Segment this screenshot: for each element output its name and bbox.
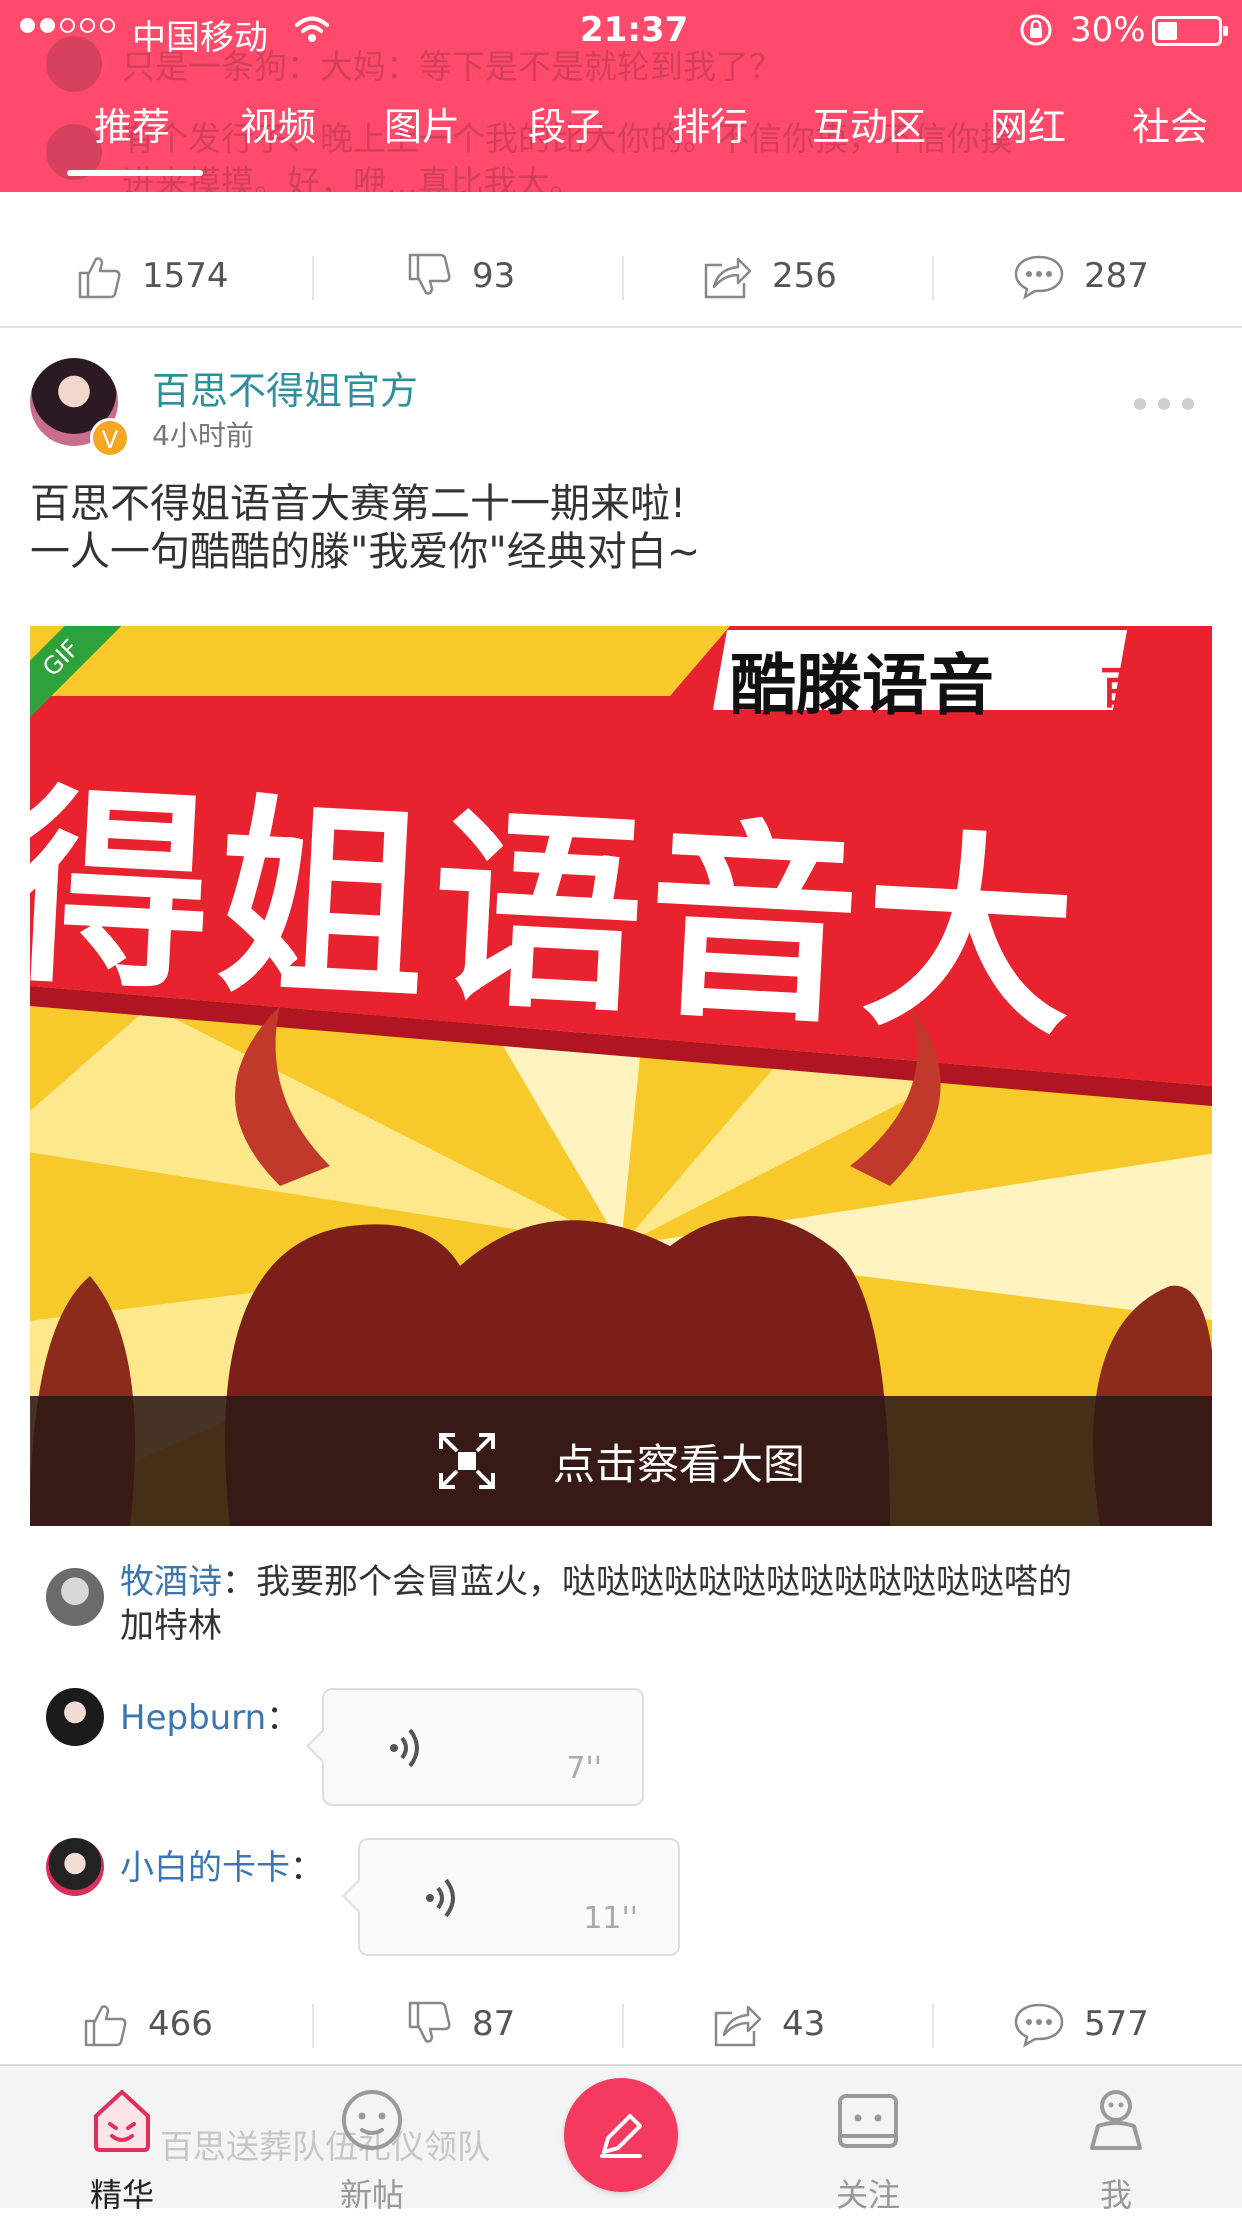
share-button[interactable]: 43	[710, 1976, 825, 2072]
share-count: 43	[782, 2004, 826, 2044]
comment-text-continued: 加特林	[120, 1606, 222, 1646]
thumbs-up-icon	[84, 2005, 127, 2047]
share-icon	[704, 257, 752, 299]
post-actions: 466 87 43 577	[0, 1976, 1242, 2072]
share-icon	[714, 2005, 762, 2047]
view-large-image-label: 点击察看大图	[552, 1439, 805, 1489]
post-image[interactable]: 酷滕语音 百思 得姐语音大 GIF 点击察看大图	[30, 626, 1212, 1526]
verified-badge-icon: V	[90, 418, 130, 458]
dislike-count: 93	[472, 256, 516, 296]
voice-message-button[interactable]: 11''	[358, 1838, 680, 1956]
nav-featured-label: 精华	[89, 2176, 154, 2214]
status-bar: 中国移动 21:37 30%	[0, 0, 1242, 60]
comment-separator: ：	[222, 1562, 256, 1602]
tab-society[interactable]: 社会	[1132, 96, 1208, 151]
comment-count: 287	[1084, 256, 1149, 296]
nav-new-posts-label: 新帖	[339, 2176, 404, 2214]
more-options-button[interactable]	[1134, 398, 1194, 410]
post-time: 4小时前	[152, 419, 254, 452]
clock: 21:37	[580, 10, 689, 50]
active-tab-indicator	[67, 170, 203, 176]
category-tabs: 推荐 视频 图片 段子 排行 互动区 网红 社会	[0, 96, 1242, 156]
tab-recommend[interactable]: 推荐	[94, 96, 170, 151]
voice-wave-icon	[426, 1878, 455, 1918]
top-header: 只是一条狗：大妈：等下是不是就轮到我了？ 有个发行子、晚上上一个我的比大你的。不…	[0, 0, 1242, 192]
voice-duration: 11''	[583, 1901, 638, 1936]
tab-influencers[interactable]: 网红	[990, 96, 1066, 151]
comment-text: 我要那个会冒蓝火，哒哒哒哒哒哒哒哒哒哒哒哒哒嗒的	[256, 1562, 1072, 1602]
commenter-name[interactable]: 牧酒诗	[120, 1562, 222, 1602]
tab-video[interactable]: 视频	[240, 96, 316, 151]
rotation-lock-icon	[1020, 14, 1052, 46]
like-count: 1574	[142, 256, 229, 296]
previous-post-actions: 1574 93 256 287	[0, 228, 1242, 324]
like-button[interactable]: 466	[80, 1976, 213, 2072]
dislike-button[interactable]: 93	[404, 228, 515, 324]
dislike-count: 87	[472, 2004, 516, 2044]
banner-top-text: 酷滕语音	[730, 647, 994, 724]
commenter-name[interactable]: Hepburn	[120, 1698, 266, 1738]
tab-pictures[interactable]: 图片	[384, 96, 460, 151]
commenter-avatar[interactable]	[46, 1838, 104, 1896]
thumbs-down-icon	[408, 2001, 451, 2043]
comment-bubble-icon	[1014, 2003, 1064, 2048]
tab-interactive[interactable]: 互动区	[812, 96, 926, 151]
like-button[interactable]: 1574	[74, 228, 229, 324]
share-button[interactable]: 256	[700, 228, 837, 324]
battery-percent: 30%	[1070, 10, 1146, 50]
nav-me-label: 我	[1099, 2176, 1132, 2214]
post-text-line-1: 百思不得姐语音大赛第二十一期来啦!	[30, 481, 687, 527]
wifi-icon	[295, 16, 329, 42]
commenter-avatar[interactable]	[46, 1688, 104, 1746]
comment-1: 牧酒诗：我要那个会冒蓝火，哒哒哒哒哒哒哒哒哒哒哒哒哒嗒的 加特林	[120, 1560, 1200, 1648]
carrier-name: 中国移动	[132, 18, 268, 58]
tab-ranking[interactable]: 排行	[672, 96, 748, 151]
commenter-name[interactable]: 小白的卡卡	[120, 1848, 290, 1888]
voice-message-button[interactable]: 7''	[322, 1688, 644, 1806]
post-text-line-2: 一人一句酷酷的滕"我爱你"经典对白~	[30, 529, 701, 575]
nav-me[interactable]: 我	[1046, 2066, 1186, 2214]
tv-icon	[838, 2094, 898, 2148]
banner-corner-text: 百思	[1100, 663, 1188, 714]
view-large-image-button[interactable]: 点击察看大图	[30, 1396, 1212, 1526]
post-text: 百思不得姐语音大赛第二十一期来啦! 一人一句酷酷的滕"我爱你"经典对白~	[30, 480, 700, 576]
thumbs-up-icon	[78, 257, 121, 299]
behind-bottom-nav-text: 百思送葬队伍礼仪领队	[160, 2127, 490, 2166]
banner-main-text: 得姐语音大	[30, 763, 1087, 1066]
comment-button[interactable]: 577	[1012, 1976, 1149, 2072]
share-count: 256	[772, 256, 837, 296]
tab-jokes[interactable]: 段子	[528, 96, 604, 151]
nav-following[interactable]: 关注	[798, 2066, 938, 2214]
signal-strength-icon	[20, 18, 115, 33]
voice-duration: 7''	[566, 1751, 602, 1786]
comment-2: Hepburn：	[120, 1696, 300, 1740]
person-icon	[1090, 2090, 1142, 2150]
battery-icon	[1152, 16, 1228, 46]
comment-bubble-icon	[1014, 255, 1064, 300]
comment-separator: ：	[266, 1698, 301, 1738]
comment-3: 小白的卡卡：	[120, 1846, 324, 1890]
comment-count: 577	[1084, 2004, 1149, 2044]
pencil-icon	[600, 2114, 642, 2158]
voice-wave-icon	[390, 1728, 419, 1768]
featured-house-icon	[94, 2090, 150, 2152]
comment-button[interactable]: 287	[1012, 228, 1149, 324]
comment-separator: ：	[290, 1848, 324, 1888]
commenter-avatar[interactable]	[46, 1568, 104, 1626]
author-name[interactable]: 百思不得姐官方	[152, 360, 418, 415]
like-count: 466	[148, 2004, 213, 2044]
compose-button[interactable]	[564, 2078, 678, 2192]
expand-icon	[438, 1433, 495, 1489]
thumbs-down-icon	[408, 253, 451, 295]
dislike-button[interactable]: 87	[404, 1976, 515, 2072]
nav-following-label: 关注	[835, 2176, 900, 2214]
